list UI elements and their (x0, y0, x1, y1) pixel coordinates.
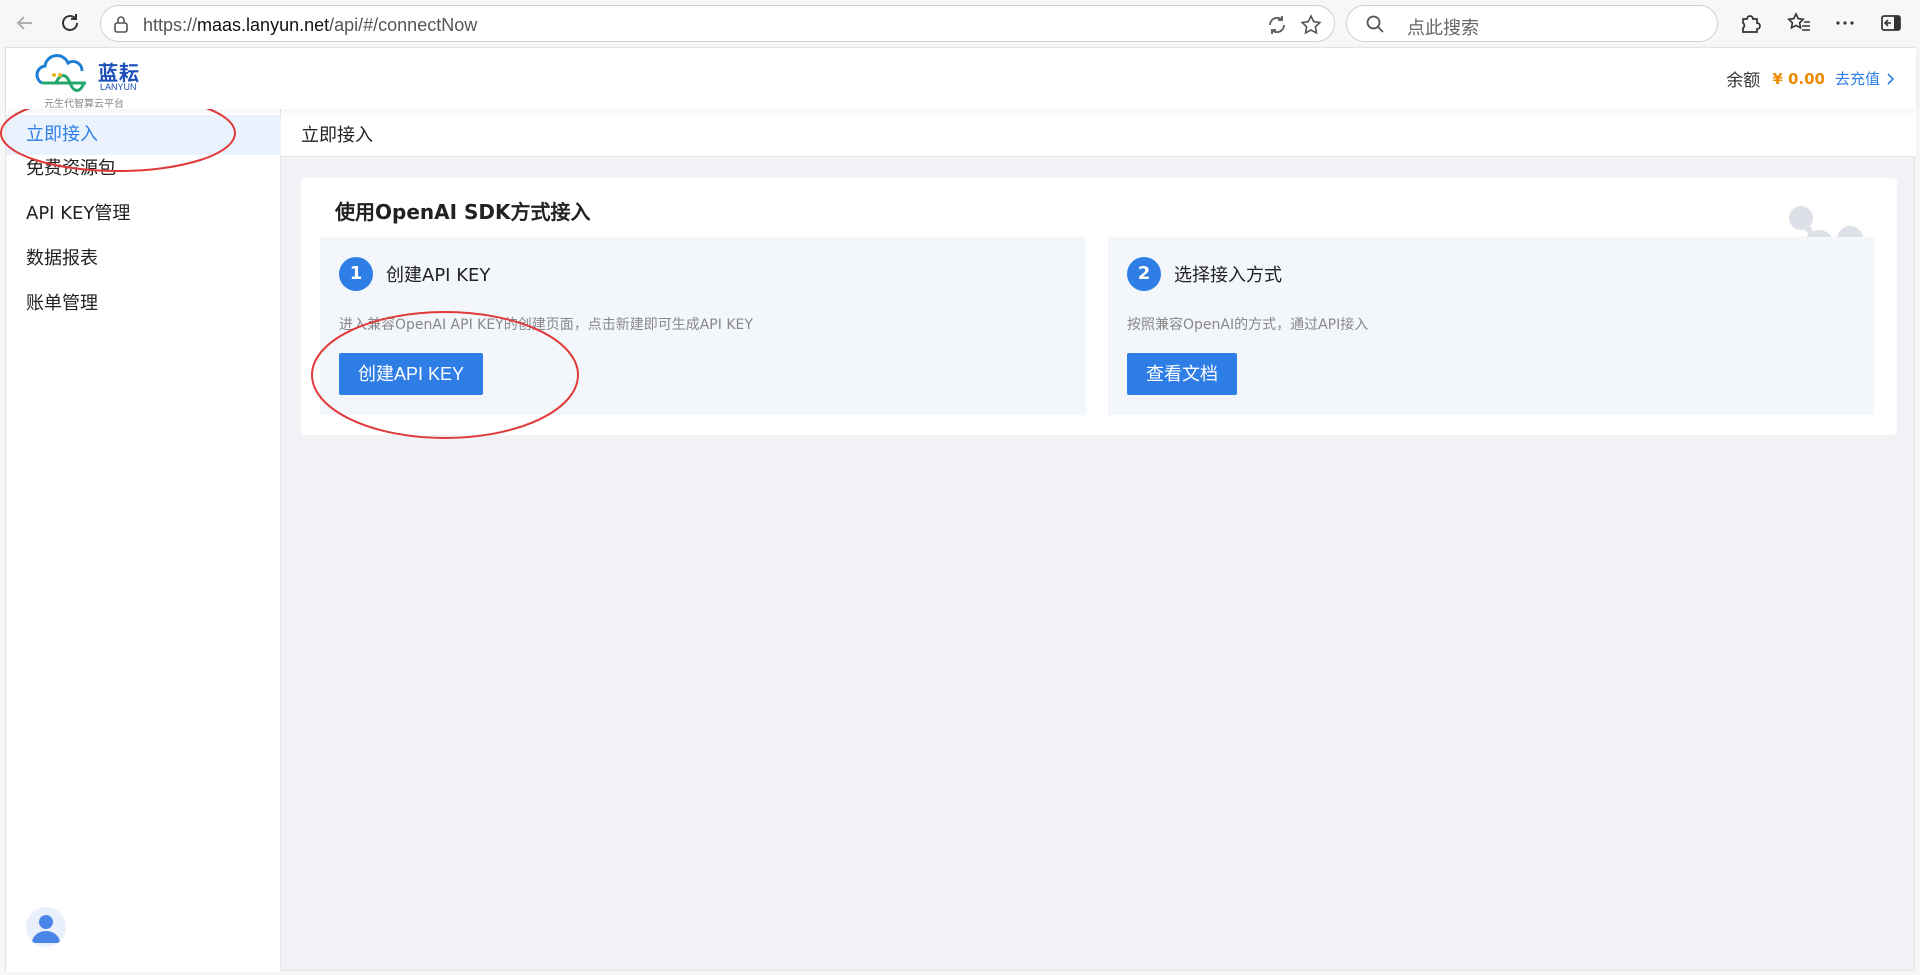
step-description: 进入兼容OpenAI API KEY的创建页面，点击新建即可生成API KEY (339, 317, 753, 333)
search-box[interactable]: 点此搜索 (1346, 5, 1718, 42)
create-api-key-button[interactable]: 创建API KEY (339, 353, 484, 395)
balance-label: 余额 (1726, 71, 1761, 91)
sidebar-item-free-packages[interactable]: 免费资源包 (6, 149, 281, 189)
logo[interactable]: 蓝耘 LANYUN 元生代智算云平台 (34, 53, 154, 110)
card-title: 使用OpenAI SDK方式接入 (335, 200, 591, 224)
sidebar-item-billing[interactable]: 账单管理 (6, 284, 281, 324)
favorites-button[interactable] (1784, 8, 1814, 38)
browser-toolbar: https://maas.lanyun.net/api/#/connectNow… (0, 0, 1920, 45)
balance-area: 余额 ¥ 0.00 去充值 (1726, 66, 1896, 91)
logo-subtext: LANYUN (100, 82, 137, 92)
breadcrumb: 立即接入 (281, 109, 1916, 157)
translate-icon[interactable] (1266, 14, 1288, 40)
reload-button[interactable] (55, 8, 85, 38)
sidebar-item-api-keys[interactable]: API KEY管理 (6, 194, 281, 234)
sidebar-item-reports[interactable]: 数据报表 (6, 239, 281, 279)
more-icon (1836, 21, 1854, 25)
search-icon (1365, 14, 1385, 38)
sidebar-toggle-button[interactable] (1876, 8, 1906, 38)
view-docs-button[interactable]: 查看文档 (1127, 353, 1237, 395)
chevron-right-icon[interactable] (1884, 72, 1896, 86)
url-text: https://maas.lanyun.net/api/#/connectNow (143, 15, 478, 35)
user-icon (32, 915, 60, 943)
step-create-key: 1 创建API KEY 进入兼容OpenAI API KEY的创建页面，点击新建… (320, 237, 1086, 415)
arrow-left-icon (16, 16, 32, 30)
breadcrumb-current: 立即接入 (301, 125, 373, 146)
favorites-icon (1787, 12, 1810, 31)
puzzle-icon (1742, 15, 1761, 33)
sdk-access-card-content: 使用OpenAI SDK方式接入 1 创建API KEY 进入兼容OpenAI … (300, 178, 1896, 435)
balance-amount: ¥ 0.00 (1772, 69, 1825, 88)
logo-slogan: 元生代智算云平台 (44, 99, 124, 110)
step-title: 选择接入方式 (1174, 265, 1282, 286)
step-choose-method: 2 选择接入方式 按照兼容OpenAI的方式，通过API接入 查看文档 (1108, 237, 1874, 415)
extensions-button[interactable] (1735, 8, 1765, 38)
sidebar: 立即接入 免费资源包 API KEY管理 数据报表 账单管理 (6, 109, 281, 972)
sidebar-icon (1881, 15, 1901, 31)
step-title: 创建API KEY (386, 265, 491, 286)
avatar[interactable] (26, 907, 66, 947)
recharge-link[interactable]: 去充值 (1835, 68, 1880, 89)
star-icon[interactable] (1300, 14, 1322, 40)
address-bar[interactable]: https://maas.lanyun.net/api/#/connectNow (100, 5, 1335, 42)
lock-icon (113, 15, 129, 37)
back-button[interactable] (10, 8, 40, 38)
step-number: 1 (339, 257, 373, 291)
step-number: 2 (1127, 257, 1161, 291)
more-button[interactable] (1830, 8, 1860, 38)
step-description: 按照兼容OpenAI的方式，通过API接入 (1127, 317, 1369, 333)
top-header: 蓝耘 LANYUN 元生代智算云平台 余额 ¥ 0.00 去充值 (6, 48, 1916, 110)
reload-icon (62, 14, 78, 31)
search-placeholder: 点此搜索 (1407, 18, 1479, 39)
cloud-logo-icon (35, 54, 86, 92)
